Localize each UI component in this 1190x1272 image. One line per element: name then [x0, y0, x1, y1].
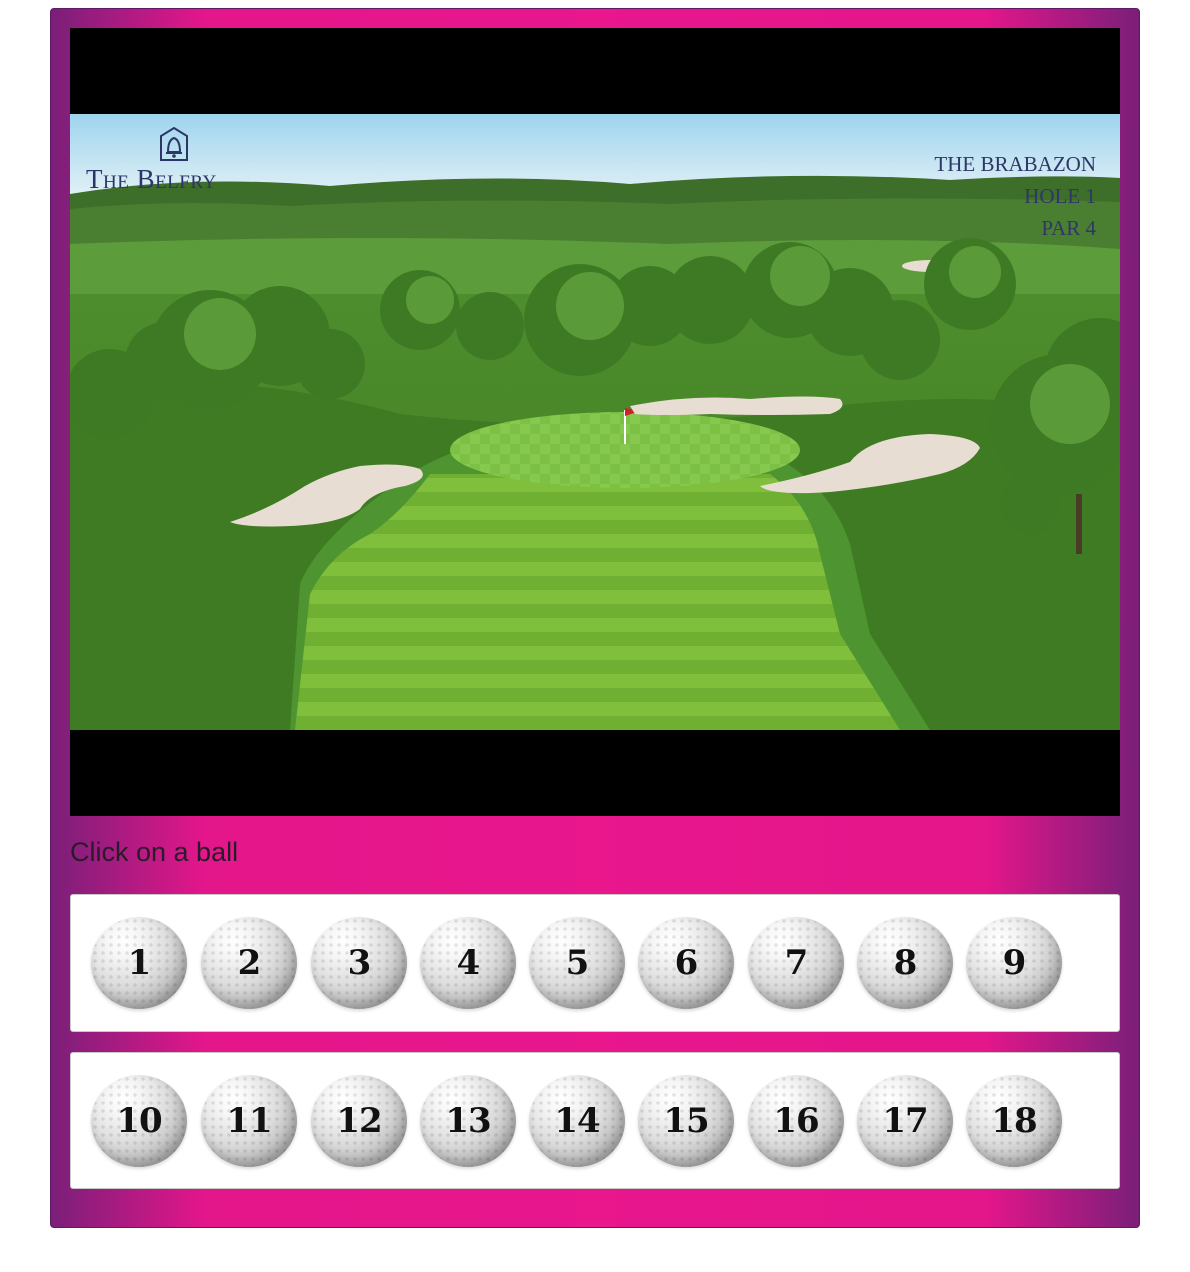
- hole-ball-number: 12: [336, 1101, 382, 1141]
- hole-ball-number: 3: [347, 943, 372, 983]
- hole-ball-number: 1: [127, 943, 152, 983]
- hole-number: HOLE 1: [1024, 184, 1096, 208]
- back-nine-row: 10 11 12 13 14 15 16 17 18: [70, 1052, 1120, 1189]
- hole-ball-number: 16: [773, 1101, 819, 1141]
- hole-ball-7[interactable]: 7: [748, 917, 844, 1009]
- hole-ball-8[interactable]: 8: [857, 917, 953, 1009]
- hole-ball-11[interactable]: 11: [201, 1075, 297, 1167]
- hole-ball-14[interactable]: 14: [529, 1075, 625, 1167]
- hole-ball-number: 15: [663, 1101, 709, 1141]
- hole-par: PAR 4: [1041, 216, 1096, 240]
- hole-ball-13[interactable]: 13: [420, 1075, 516, 1167]
- hole-ball-number: 10: [116, 1101, 162, 1141]
- hole-ball-number: 4: [456, 943, 481, 983]
- hole-ball-12[interactable]: 12: [311, 1075, 407, 1167]
- hole-ball-number: 14: [554, 1101, 600, 1141]
- course-scene: The Belfry THE BRABAZON HOLE 1 PAR 4: [70, 114, 1120, 730]
- hole-viewer-panel: The Belfry THE BRABAZON HOLE 1 PAR 4 Cli…: [50, 8, 1140, 1228]
- hole-ball-number: 8: [893, 943, 918, 983]
- hole-info-overlay: THE BRABAZON HOLE 1 PAR 4: [934, 148, 1096, 244]
- hole-ball-6[interactable]: 6: [638, 917, 734, 1009]
- hole-ball-number: 11: [226, 1101, 272, 1141]
- course-name: THE BRABAZON: [934, 152, 1096, 176]
- hole-ball-17[interactable]: 17: [857, 1075, 953, 1167]
- hole-ball-4[interactable]: 4: [420, 917, 516, 1009]
- hole-ball-18[interactable]: 18: [966, 1075, 1062, 1167]
- hole-ball-2[interactable]: 2: [201, 917, 297, 1009]
- instruction-text: Click on a ball: [70, 837, 239, 867]
- hole-ball-9[interactable]: 9: [966, 917, 1062, 1009]
- hole-ball-3[interactable]: 3: [311, 917, 407, 1009]
- hole-ball-10[interactable]: 10: [91, 1075, 187, 1167]
- hole-ball-16[interactable]: 16: [748, 1075, 844, 1167]
- hole-ball-number: 6: [674, 943, 699, 983]
- hole-ball-5[interactable]: 5: [529, 917, 625, 1009]
- hole-ball-number: 13: [445, 1101, 491, 1141]
- hole-ball-number: 7: [784, 943, 809, 983]
- hole-ball-number: 17: [882, 1101, 928, 1141]
- hole-ball-15[interactable]: 15: [638, 1075, 734, 1167]
- bell-icon: [160, 126, 188, 161]
- belfry-logo-text: The Belfry: [86, 164, 217, 194]
- hole-ball-number: 5: [565, 943, 590, 983]
- belfry-logo: The Belfry: [84, 126, 264, 195]
- hole-ball-number: 9: [1002, 943, 1027, 983]
- hole-ball-1[interactable]: 1: [91, 917, 187, 1009]
- hole-ball-number: 18: [991, 1101, 1037, 1141]
- hole-flyover-video[interactable]: The Belfry THE BRABAZON HOLE 1 PAR 4: [70, 28, 1120, 816]
- front-nine-row: 1 2 3 4 5 6 7 8 9: [70, 894, 1120, 1032]
- hole-ball-number: 2: [237, 943, 262, 983]
